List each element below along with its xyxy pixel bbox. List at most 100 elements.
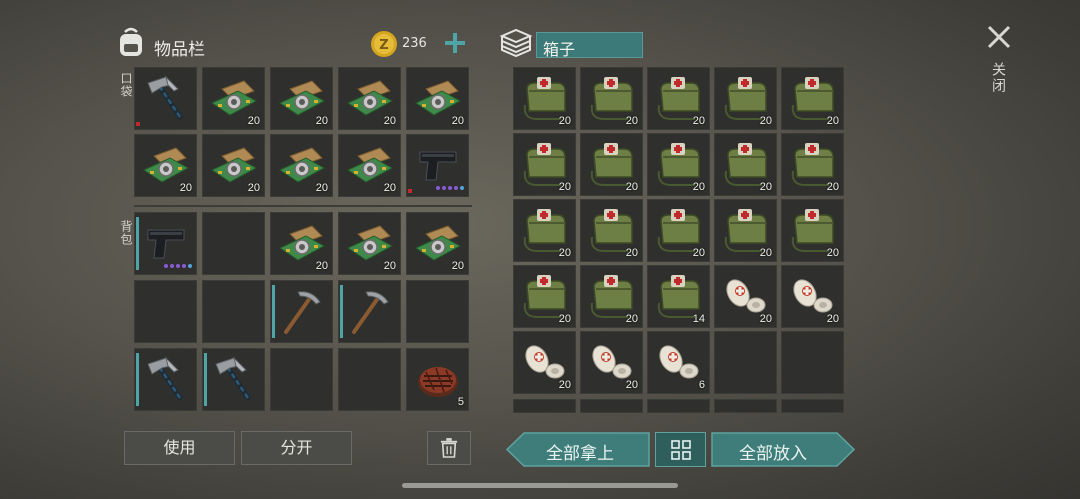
bandage-slot[interactable]: 20	[714, 265, 777, 328]
hammer-slot[interactable]	[134, 348, 197, 411]
coin-count: 236	[402, 36, 427, 51]
pistol-slot[interactable]	[134, 212, 197, 275]
item-count: 20	[625, 181, 638, 193]
mod-slots-indicator	[436, 186, 464, 190]
bandage-slot[interactable]: 20	[781, 265, 844, 328]
section-divider	[134, 205, 472, 207]
box-title-field[interactable]: 箱子	[536, 32, 643, 59]
take-all-label: 全部拿上	[546, 444, 614, 464]
empty-slot[interactable]	[406, 280, 469, 343]
circuit-slot[interactable]: 20	[338, 134, 401, 197]
medbag-slot[interactable]: 20	[647, 199, 710, 262]
item-count: 20	[759, 313, 772, 325]
empty-slot[interactable]	[714, 331, 777, 394]
medbag-slot[interactable]: 20	[714, 199, 777, 262]
take-all-button[interactable]: 全部拿上	[506, 432, 650, 467]
item-count: 20	[558, 181, 571, 193]
item-count: 20	[625, 313, 638, 325]
empty-slot[interactable]	[270, 348, 333, 411]
circuit-slot[interactable]: 20	[270, 134, 333, 197]
item-count: 20	[451, 115, 464, 127]
item-count: 20	[625, 379, 638, 391]
medbag-slot[interactable]: 20	[647, 133, 710, 196]
bandage-slot[interactable]: 20	[513, 331, 576, 394]
medbag-slot[interactable]: 20	[781, 199, 844, 262]
bandage-slot[interactable]: 20	[580, 331, 643, 394]
bandage-slot[interactable]: 6	[647, 331, 710, 394]
empty-slot[interactable]	[781, 399, 844, 413]
medbag-slot[interactable]: 20	[781, 133, 844, 196]
pickaxe-slot[interactable]	[338, 280, 401, 343]
low-durability-mark	[408, 189, 412, 193]
medbag-slot[interactable]: 20	[513, 67, 576, 130]
medbag-slot[interactable]: 20	[580, 199, 643, 262]
circuit-slot[interactable]: 20	[270, 212, 333, 275]
empty-slot[interactable]	[338, 348, 401, 411]
empty-slot[interactable]	[202, 212, 265, 275]
circuit-slot[interactable]: 20	[338, 67, 401, 130]
medbag-slot[interactable]: 20	[714, 67, 777, 130]
use-button[interactable]: 使用	[124, 431, 235, 465]
durability-bar	[340, 285, 343, 338]
item-count: 5	[457, 396, 464, 408]
circuit-slot[interactable]: 20	[338, 212, 401, 275]
item-count: 20	[383, 182, 396, 194]
item-count: 20	[315, 182, 328, 194]
close-button[interactable]: 关闭	[984, 22, 1014, 102]
hammer-slot[interactable]	[134, 67, 197, 130]
item-count: 20	[247, 182, 260, 194]
put-all-button[interactable]: 全部放入	[711, 432, 855, 467]
add-coins-button[interactable]	[442, 30, 468, 56]
put-all-label: 全部放入	[739, 444, 807, 464]
box-title: 箱子	[543, 40, 576, 59]
pistol-slot[interactable]	[406, 134, 469, 197]
empty-slot[interactable]	[714, 399, 777, 413]
empty-slot[interactable]	[134, 280, 197, 343]
circuit-slot[interactable]: 20	[406, 67, 469, 130]
empty-slot[interactable]	[202, 280, 265, 343]
item-count: 6	[698, 379, 705, 391]
item-count: 20	[759, 115, 772, 127]
empty-slot[interactable]	[513, 399, 576, 413]
grid-view-button[interactable]	[655, 432, 706, 467]
split-button[interactable]: 分开	[241, 431, 352, 465]
empty-slot[interactable]	[781, 331, 844, 394]
empty-slot[interactable]	[580, 399, 643, 413]
medbag-slot[interactable]: 20	[781, 67, 844, 130]
pickaxe-slot[interactable]	[270, 280, 333, 343]
item-count: 20	[315, 115, 328, 127]
item-count: 20	[759, 247, 772, 259]
item-count: 20	[558, 247, 571, 259]
medbag-slot[interactable]: 20	[580, 265, 643, 328]
circuit-slot[interactable]: 20	[202, 67, 265, 130]
medbag-slot[interactable]: 20	[513, 133, 576, 196]
item-count: 20	[625, 115, 638, 127]
medbag-slot[interactable]: 20	[714, 133, 777, 196]
inventory-title: 物品栏	[154, 40, 205, 60]
circuit-slot[interactable]: 20	[406, 212, 469, 275]
item-count: 20	[315, 260, 328, 272]
mod-slots-indicator	[164, 264, 192, 268]
medbag-slot[interactable]: 20	[580, 67, 643, 130]
circuit-slot[interactable]: 20	[134, 134, 197, 197]
trash-button[interactable]	[427, 431, 471, 465]
medbag-slot[interactable]: 20	[580, 133, 643, 196]
circuit-slot[interactable]: 20	[270, 67, 333, 130]
hammer-slot[interactable]	[202, 348, 265, 411]
item-count: 20	[826, 181, 839, 193]
steak-slot[interactable]: 5	[406, 348, 469, 411]
item-count: 20	[692, 181, 705, 193]
empty-slot[interactable]	[647, 399, 710, 413]
item-count: 20	[759, 181, 772, 193]
backpack-icon	[116, 26, 146, 58]
home-indicator[interactable]	[402, 483, 678, 488]
medbag-slot[interactable]: 20	[647, 67, 710, 130]
medbag-slot[interactable]: 20	[513, 199, 576, 262]
circuit-slot[interactable]: 20	[202, 134, 265, 197]
item-count: 20	[826, 247, 839, 259]
item-count: 14	[692, 313, 705, 325]
medbag-slot[interactable]: 20	[513, 265, 576, 328]
item-count: 20	[558, 379, 571, 391]
item-count: 20	[692, 115, 705, 127]
medbag-slot[interactable]: 14	[647, 265, 710, 328]
